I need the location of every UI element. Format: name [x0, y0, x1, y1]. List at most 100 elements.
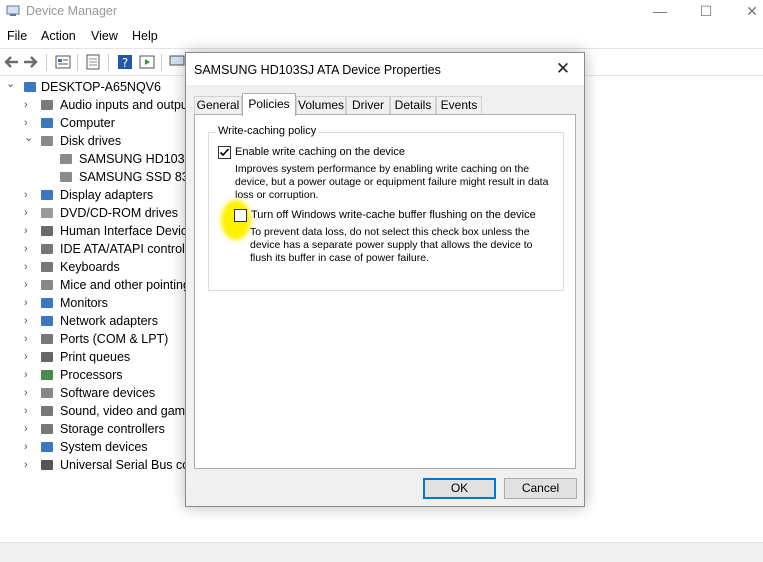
monitor-icon[interactable]: [168, 53, 186, 71]
tree-item[interactable]: › Human Interface Devices: [0, 222, 190, 240]
chevron-right-icon[interactable]: ›: [24, 351, 32, 363]
chevron-right-icon[interactable]: ›: [24, 423, 32, 435]
tree-item[interactable]: › Mice and other pointing devices: [0, 276, 190, 294]
chevron-right-icon[interactable]: ›: [24, 243, 32, 255]
forward-arrow-icon[interactable]: [22, 53, 40, 71]
tree-item[interactable]: › Keyboards: [0, 258, 190, 276]
computer-icon: [41, 118, 53, 128]
chevron-right-icon[interactable]: ›: [24, 315, 32, 327]
desktop-computer-icon: [24, 82, 36, 92]
software-device-icon: [41, 388, 53, 398]
tree-item[interactable]: › Print queues: [0, 348, 190, 366]
ok-button[interactable]: OK: [423, 478, 496, 499]
chevron-right-icon[interactable]: ›: [24, 369, 32, 381]
tree-child-label: SAMSUNG SSD 830 Series: [79, 170, 190, 184]
tree-item-label: Storage controllers: [60, 422, 165, 436]
properties-dialog: SAMSUNG HD103SJ ATA Device Properties ✕ …: [185, 52, 585, 507]
desc-line: loss or corruption.: [235, 189, 319, 201]
properties-icon[interactable]: [54, 53, 72, 71]
tab-driver[interactable]: Driver: [346, 96, 390, 115]
update-list-icon[interactable]: [84, 53, 102, 71]
tree-item[interactable]: › Display adapters: [0, 186, 190, 204]
chevron-right-icon[interactable]: ›: [24, 279, 32, 291]
hid-icon: [41, 226, 53, 236]
chevron-right-icon[interactable]: ›: [24, 459, 32, 471]
chevron-right-icon[interactable]: ›: [24, 297, 32, 309]
chevron-right-icon[interactable]: ›: [24, 405, 32, 417]
menu-help[interactable]: Help: [132, 29, 158, 43]
desc-line: device, but a power outage or equipment …: [235, 176, 549, 188]
chevron-right-icon[interactable]: ›: [24, 117, 32, 129]
tree-item[interactable]: › IDE ATA/ATAPI controllers: [0, 240, 190, 258]
chevron-right-icon[interactable]: ›: [24, 441, 32, 453]
desc-line: device has a separate power supply that …: [250, 239, 533, 251]
keyboard-icon: [41, 262, 53, 272]
tree-item[interactable]: › System devices: [0, 438, 190, 456]
run-icon[interactable]: [138, 53, 156, 71]
tree-item[interactable]: › Monitors: [0, 294, 190, 312]
device-manager-icon: [6, 5, 20, 16]
help-icon[interactable]: ?: [116, 53, 134, 71]
dialog-title: SAMSUNG HD103SJ ATA Device Properties: [194, 63, 441, 77]
monitor-icon: [41, 298, 53, 308]
tree-item-label: Human Interface Devices: [60, 224, 190, 238]
menu-view[interactable]: View: [91, 29, 118, 43]
printer-icon: [41, 352, 53, 362]
tree-item-label: Keyboards: [60, 260, 120, 274]
tree-root-label: DESKTOP-A65NQV6: [41, 80, 161, 94]
hard-disk-icon: [60, 154, 72, 164]
tree-item[interactable]: › Sound, video and game controllers: [0, 402, 190, 420]
tree-item[interactable]: › Ports (COM & LPT): [0, 330, 190, 348]
tree-child-item[interactable]: SAMSUNG HD103SJ ATA Device: [0, 150, 190, 168]
back-arrow-icon[interactable]: [2, 53, 20, 71]
turn-off-buffer-flushing-label[interactable]: Turn off Windows write-cache buffer flus…: [251, 209, 536, 221]
enable-write-caching-label[interactable]: Enable write caching on the device: [235, 146, 405, 158]
tree-item[interactable]: › Network adapters: [0, 312, 190, 330]
chevron-down-icon[interactable]: ⌄: [24, 132, 33, 144]
tree-item[interactable]: › Computer: [0, 114, 190, 132]
menu-action[interactable]: Action: [41, 29, 76, 43]
tab-volumes[interactable]: Volumes: [296, 96, 346, 115]
chevron-right-icon[interactable]: ›: [24, 99, 32, 111]
tree-item[interactable]: › Processors: [0, 366, 190, 384]
maximize-button[interactable]: ☐: [686, 2, 726, 20]
turn-off-buffer-flushing-checkbox[interactable]: [234, 209, 247, 222]
chevron-right-icon[interactable]: ›: [24, 189, 32, 201]
tab-events[interactable]: Events: [436, 96, 482, 115]
tree-item[interactable]: › Storage controllers: [0, 420, 190, 438]
tab-policies[interactable]: Policies: [242, 93, 296, 116]
chevron-right-icon[interactable]: ›: [24, 333, 32, 345]
tree-child-item[interactable]: SAMSUNG SSD 830 Series: [0, 168, 190, 186]
tab-general[interactable]: General: [194, 96, 242, 115]
sound-icon: [41, 406, 53, 416]
tree-item-label: Monitors: [60, 296, 108, 310]
system-device-icon: [41, 442, 53, 452]
window-title: Device Manager: [26, 4, 118, 18]
title-bar: Device Manager — ☐ ✕: [0, 0, 763, 24]
dialog-close-button[interactable]: ✕: [546, 57, 580, 81]
tree-item[interactable]: › Universal Serial Bus controllers: [0, 456, 190, 474]
close-window-button[interactable]: ✕: [732, 2, 763, 20]
tree-item[interactable]: › DVD/CD-ROM drives: [0, 204, 190, 222]
hard-disk-icon: [60, 172, 72, 182]
chevron-right-icon[interactable]: ›: [24, 387, 32, 399]
tree-item[interactable]: ⌄ Disk drives: [0, 132, 190, 150]
processor-icon: [41, 370, 53, 380]
chevron-right-icon[interactable]: ›: [24, 207, 32, 219]
tree-item[interactable]: › Software devices: [0, 384, 190, 402]
menu-file[interactable]: File: [7, 29, 27, 43]
minimize-button[interactable]: —: [640, 2, 680, 20]
tree-item-label: Processors: [60, 368, 123, 382]
tab-details[interactable]: Details: [390, 96, 436, 115]
status-bar: [0, 542, 763, 562]
cancel-button[interactable]: Cancel: [504, 478, 577, 499]
chevron-right-icon[interactable]: ›: [24, 261, 32, 273]
chevron-right-icon[interactable]: ›: [24, 225, 32, 237]
tree-root[interactable]: ⌄ DESKTOP-A65NQV6: [0, 78, 190, 96]
chevron-down-icon[interactable]: ⌄: [6, 78, 15, 90]
enable-write-caching-description: Improves system performance by enabling …: [235, 163, 548, 202]
dialog-title-bar: SAMSUNG HD103SJ ATA Device Properties ✕: [186, 53, 584, 85]
tree-item[interactable]: › Audio inputs and outputs: [0, 96, 190, 114]
enable-write-caching-checkbox[interactable]: [218, 146, 231, 159]
desc-line: flush its buffer in case of power failur…: [250, 252, 429, 264]
